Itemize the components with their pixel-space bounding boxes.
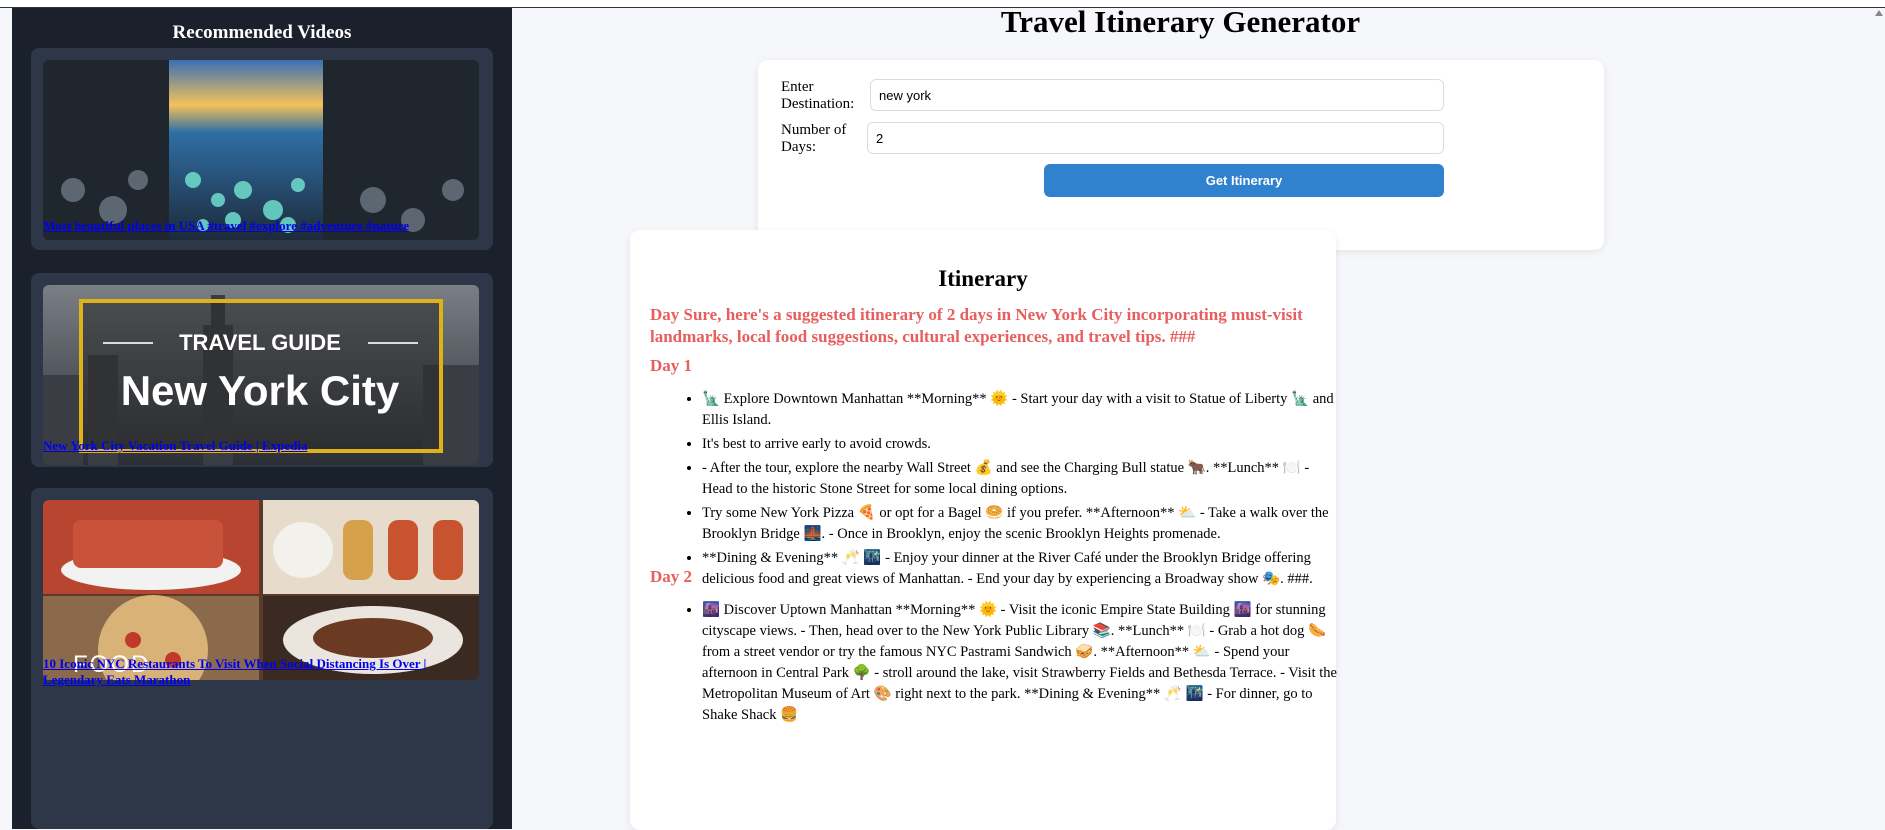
list-item: It's best to arrive early to avoid crowd… xyxy=(702,434,1342,455)
itinerary-intro: Day Sure, here's a suggested itinerary o… xyxy=(650,305,1303,346)
days-input[interactable] xyxy=(867,122,1444,154)
list-item: **Dining & Evening** 🥂 🌃 - Enjoy your di… xyxy=(702,548,1342,590)
video-card[interactable]: FOOD 10 Iconic NYC Restaurants To Visit … xyxy=(31,488,493,829)
food-collage-image: FOOD xyxy=(43,500,479,680)
video-card[interactable]: TRAVEL GUIDE New York City New York City… xyxy=(31,273,493,467)
scroll-up-arrow-icon[interactable] xyxy=(1875,10,1883,16)
video-link[interactable]: New York City Vacation Travel Guide | Ex… xyxy=(43,438,479,454)
itinerary-form: Enter Destination: Number of Days: Get I… xyxy=(758,60,1604,250)
video-link[interactable]: Most beautiful places in USA #travel #ex… xyxy=(43,218,479,234)
video-card[interactable]: Most beautiful places in USA #travel #ex… xyxy=(31,48,493,250)
day-2-list: 🌆 Discover Uptown Manhattan **Morning** … xyxy=(678,600,1342,729)
video-thumbnail-food[interactable]: FOOD xyxy=(43,500,479,680)
video-link[interactable]: 10 Iconic NYC Restaurants To Visit When … xyxy=(43,656,479,688)
video-thumbnail-beach[interactable] xyxy=(43,60,479,240)
day-1-list: 🗽 Explore Downtown Manhattan **Morning**… xyxy=(678,389,1342,593)
recommended-videos-sidebar: Recommended Videos Most beautiful places… xyxy=(12,8,512,829)
thumb-text-nyc: New York City xyxy=(121,367,400,414)
list-item: 🗽 Explore Downtown Manhattan **Morning**… xyxy=(702,389,1342,431)
beach-glass-image xyxy=(43,60,479,240)
destination-input[interactable] xyxy=(870,79,1444,111)
list-item: - After the tour, explore the nearby Wal… xyxy=(702,458,1342,500)
thumb-text-travel-guide: TRAVEL GUIDE xyxy=(179,330,341,355)
main-content: Travel Itinerary Generator Enter Destina… xyxy=(512,4,1885,830)
page-scrollbar[interactable] xyxy=(1871,8,1885,829)
page-title: Travel Itinerary Generator xyxy=(1000,4,1361,39)
days-label: Number of Days: xyxy=(781,122,847,155)
list-item: 🌆 Discover Uptown Manhattan **Morning** … xyxy=(702,600,1342,726)
get-itinerary-button[interactable]: Get Itinerary xyxy=(1044,164,1444,197)
list-item: Try some New York Pizza 🍕 or opt for a B… xyxy=(702,503,1342,545)
itinerary-panel: Itinerary Day Sure, here's a suggested i… xyxy=(630,230,1337,830)
destination-label: Enter Destination: xyxy=(781,79,855,112)
sidebar-title: Recommended Videos xyxy=(172,22,352,43)
day-1-heading: Day 1 xyxy=(650,356,693,375)
itinerary-title: Itinerary xyxy=(938,266,1028,291)
day-2-heading: Day 2 xyxy=(650,567,693,586)
